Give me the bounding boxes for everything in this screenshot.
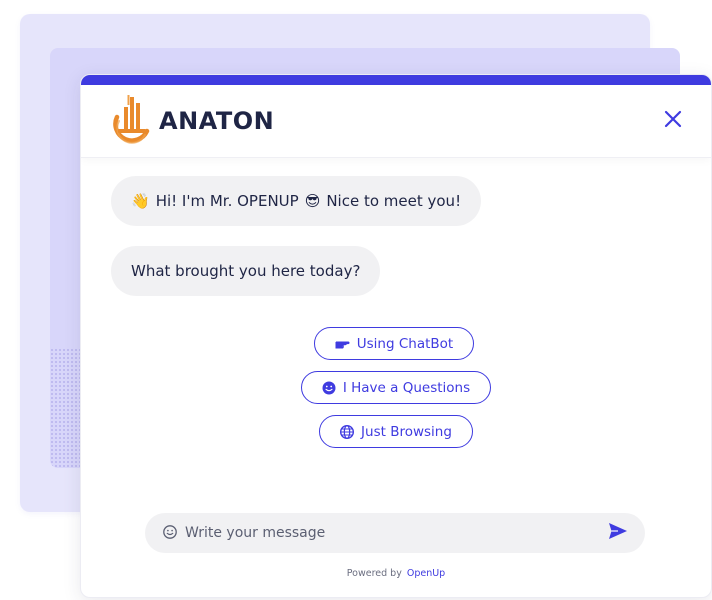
brand-name: ANATON <box>159 107 275 135</box>
message-text: What brought you here today? <box>131 262 361 280</box>
quick-reply-questions[interactable]: I Have a Questions <box>300 371 492 404</box>
anaton-logo-icon <box>111 93 153 149</box>
quick-reply-label: I Have a Questions <box>342 379 471 396</box>
smiley-icon <box>322 381 336 395</box>
quick-reply-using-chatbot[interactable]: Using ChatBot <box>313 327 475 360</box>
bot-message-greeting: 👋 Hi! I'm Mr. OPENUP 😎 Nice to meet you! <box>111 176 482 226</box>
quick-reply-just-browsing[interactable]: Just Browsing <box>319 415 473 448</box>
quick-reply-label: Just Browsing <box>361 423 452 440</box>
pointing-hand-icon <box>335 337 350 350</box>
openup-link[interactable]: OpenUp <box>407 568 445 579</box>
message-text: Hi! I'm Mr. OPENUP <box>155 192 299 210</box>
sunglasses-face-icon: 😎 <box>304 192 321 210</box>
globe-icon <box>340 424 355 439</box>
widget-accent-bar <box>81 75 711 85</box>
message-text: Nice to meet you! <box>326 192 462 210</box>
powered-by-footer: Powered by OpenUp <box>81 568 711 579</box>
quick-reply-list: Using ChatBot I Have a Questions Just Br… <box>81 327 711 448</box>
chat-header: ANATON <box>81 85 711 158</box>
send-button[interactable] <box>607 522 629 544</box>
send-icon <box>608 522 628 544</box>
brand-logo: ANATON <box>111 93 274 149</box>
bot-message-question: What brought you here today? <box>111 246 381 296</box>
emoji-picker-icon[interactable] <box>163 524 177 543</box>
close-icon <box>664 110 682 132</box>
powered-by-text: Powered by <box>346 568 402 579</box>
waving-hand-icon: 👋 <box>131 192 150 210</box>
message-composer <box>145 513 645 553</box>
quick-reply-label: Using ChatBot <box>356 335 454 352</box>
message-input[interactable] <box>183 524 607 542</box>
chat-widget: ANATON 👋 Hi! I'm Mr. OPENUP 😎 Nice to me… <box>80 74 712 598</box>
message-list: 👋 Hi! I'm Mr. OPENUP 😎 Nice to meet you!… <box>81 158 711 316</box>
close-button[interactable] <box>661 109 685 133</box>
